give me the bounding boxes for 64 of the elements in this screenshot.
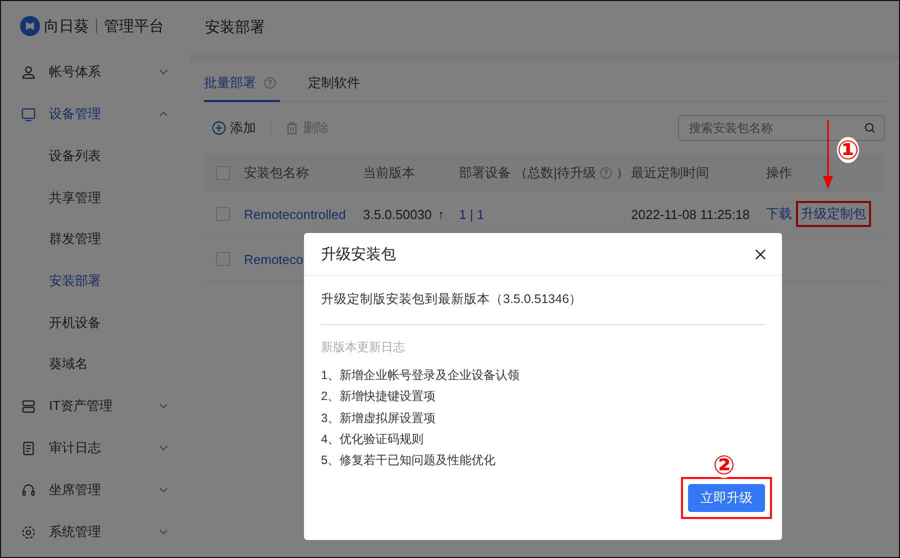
changelog-item: 3、新增虚拟屏设置项: [321, 410, 436, 427]
product-name: 管理平台: [104, 16, 164, 36]
logo-icon: [20, 16, 40, 36]
changelog-item: 5、修复若干已知问题及性能优化: [321, 452, 496, 470]
sidebar-item[interactable]: 审计日志: [1, 427, 190, 470]
search-field[interactable]: 搜索安装包名称: [678, 115, 885, 141]
user-icon: [21, 64, 36, 80]
search-icon: [864, 122, 876, 134]
sidebar-subitem[interactable]: 开机设备: [1, 302, 190, 344]
upgrade-mark: ↑: [438, 206, 444, 222]
brand-name: 向日葵: [44, 16, 89, 36]
table-cell: 3.5.0.50030: [363, 206, 432, 222]
action-link[interactable]: 升级定制包: [801, 205, 866, 223]
package-link[interactable]: Remoteco: [244, 252, 304, 266]
column-header: 安装包名称: [244, 164, 310, 182]
sidebar-subitem[interactable]: 群发管理: [1, 218, 190, 260]
devices-link[interactable]: 1 | 1: [459, 206, 484, 222]
changelog-item: 2、新增快捷键设置项: [321, 388, 436, 406]
help-icon: [600, 166, 612, 178]
sidebar-item[interactable]: 设备管理: [1, 93, 190, 135]
sidebar-item[interactable]: 帐号体系: [1, 51, 190, 93]
server-icon: [21, 398, 36, 414]
column-header: ）: [616, 164, 629, 182]
column-header: 最近定制时间: [631, 164, 710, 182]
add-button[interactable]: 添加: [212, 119, 256, 137]
sidebar-subitem[interactable]: 共享管理: [1, 176, 190, 218]
upgrade-button[interactable]: 立即升级: [688, 484, 765, 512]
checkbox[interactable]: [216, 166, 230, 180]
action-link[interactable]: 下载: [766, 205, 792, 223]
tab[interactable]: 定制软件: [308, 74, 360, 102]
sidebar-subitem[interactable]: 葵域名: [1, 343, 190, 386]
sidebar-item[interactable]: 坐席管理: [1, 469, 190, 512]
chevron-icon: [159, 445, 168, 452]
trash-icon: [285, 121, 299, 135]
changelog-item: 4、优化验证码规则: [321, 430, 424, 448]
checkbox[interactable]: [216, 252, 230, 266]
close-icon[interactable]: [755, 248, 766, 260]
sidebar-item[interactable]: 系统管理: [1, 511, 190, 554]
chevron-icon: [159, 111, 168, 117]
column-header: 当前版本: [363, 164, 416, 182]
sidebar-item[interactable]: IT资产管理: [1, 385, 190, 428]
chevron-icon: [159, 69, 168, 75]
arrow: [822, 120, 834, 190]
monitor-icon: [21, 106, 36, 122]
page-title: 安装部署: [205, 18, 265, 36]
plus-icon: [212, 121, 226, 135]
doc-icon: [21, 440, 36, 456]
chevron-icon: [159, 403, 168, 410]
tab[interactable]: 批量部署: [204, 74, 280, 102]
table-cell: 2022-11-08 11:25:18: [631, 206, 750, 222]
chevron-icon: [159, 487, 168, 494]
sidebar-subitem[interactable]: 安装部署: [1, 260, 190, 302]
changelog-item: 1、新增企业帐号登录及企业设备认领: [321, 367, 520, 384]
dialog-title: 升级安装包: [321, 244, 396, 264]
chevron-icon: [159, 529, 168, 536]
checkbox[interactable]: [216, 207, 230, 221]
dialog-message: 升级定制版安装包到最新版本（3.5.0.51346）: [321, 284, 765, 325]
package-link[interactable]: Remotecontrolled: [244, 206, 346, 222]
headset-icon: [21, 482, 36, 498]
column-header: 操作: [766, 164, 793, 182]
changelog-title: 新版本更新日志: [321, 339, 406, 356]
sidebar-subitem[interactable]: 设备列表: [1, 135, 190, 177]
settings-icon: [21, 524, 36, 540]
column-header: 部署设备 （总数|待升级: [459, 164, 596, 182]
